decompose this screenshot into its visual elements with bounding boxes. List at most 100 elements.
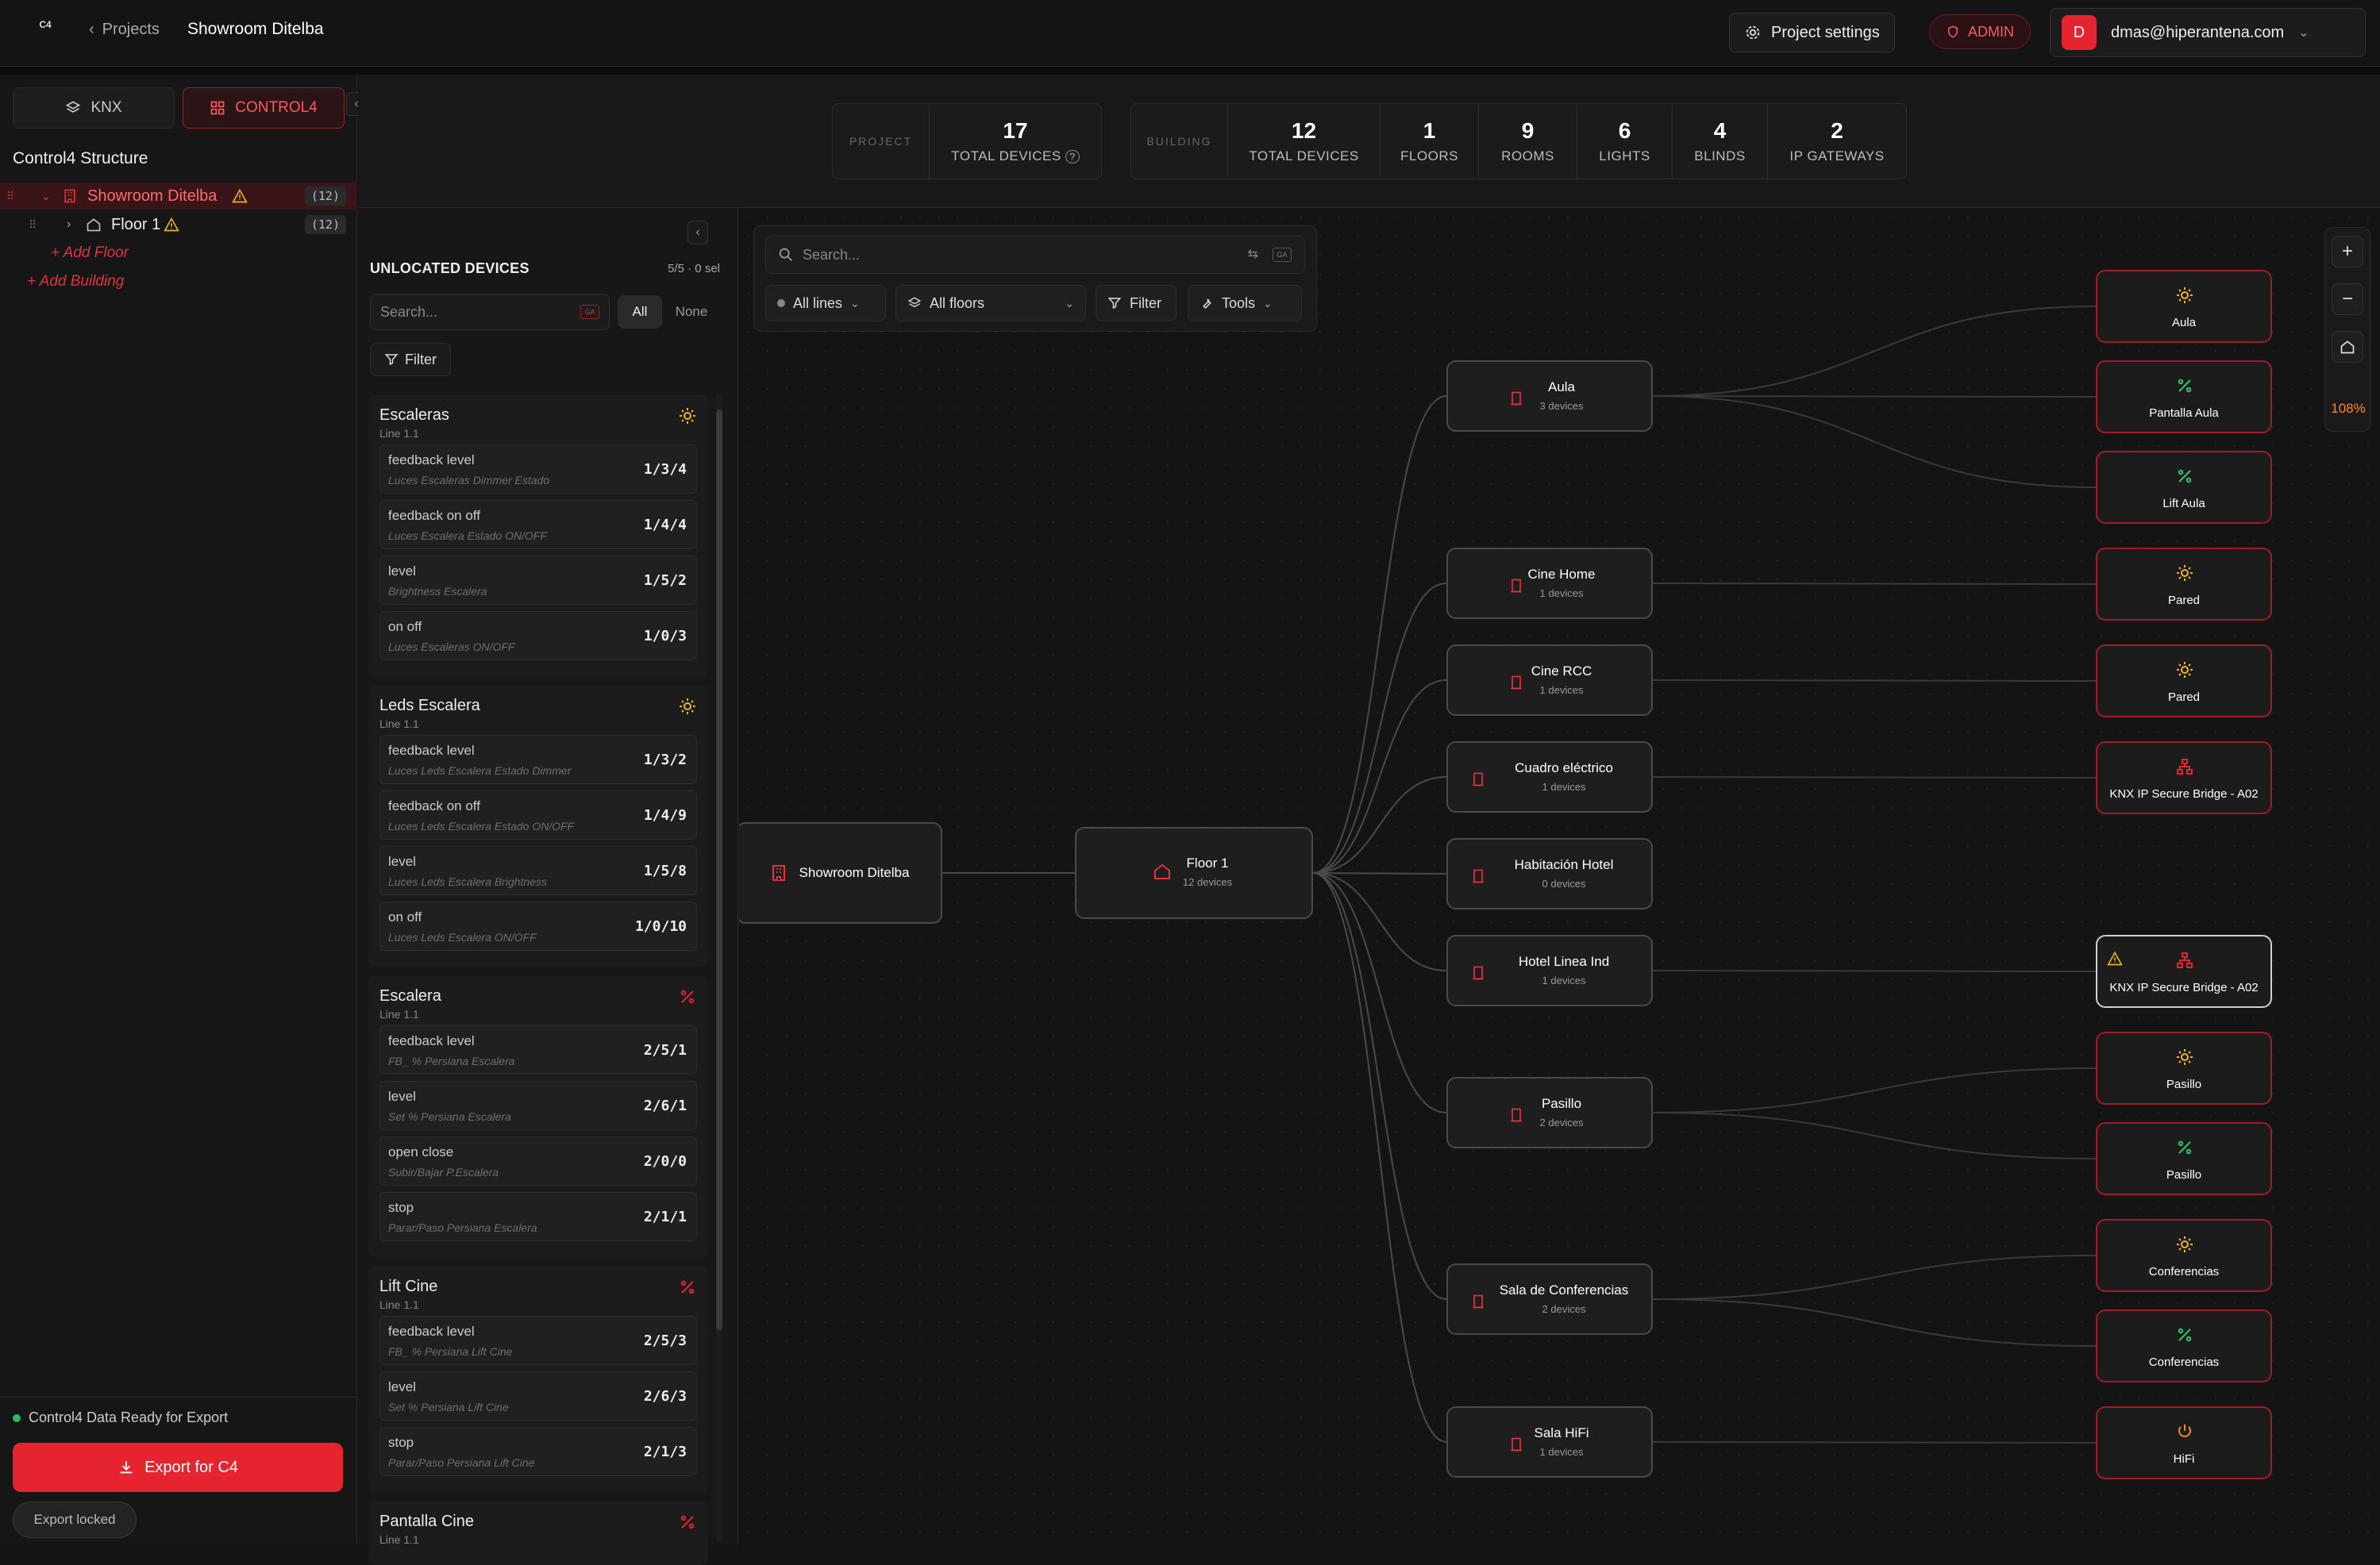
select-none-button[interactable]: None bbox=[667, 295, 716, 329]
door-icon bbox=[1511, 675, 1522, 690]
add-floor-link[interactable]: + Add Floor bbox=[51, 244, 129, 262]
room-node[interactable]: Aula 3 devices bbox=[1446, 360, 1653, 432]
device-group[interactable]: Lift Cine Line 1.1 feedback level FB_ % … bbox=[368, 1267, 708, 1492]
chevron-right-icon[interactable]: › bbox=[67, 217, 71, 232]
room-node[interactable]: Sala HiFi 1 devices bbox=[1446, 1406, 1653, 1478]
ga-icon[interactable]: GA bbox=[1273, 248, 1292, 262]
device-node[interactable]: Aula bbox=[2096, 270, 2272, 343]
device-node[interactable]: Pasillo bbox=[2096, 1122, 2272, 1195]
device-group[interactable]: Escalera Line 1.1 feedback level FB_ % P… bbox=[368, 976, 708, 1257]
tab-knx[interactable]: KNX bbox=[13, 87, 175, 129]
scrollbar-thumb[interactable] bbox=[716, 410, 722, 1330]
door-icon bbox=[1511, 391, 1522, 406]
device-search-input[interactable]: Search... GA bbox=[370, 294, 610, 330]
project-settings-button[interactable]: Project settings bbox=[1729, 13, 1895, 52]
item-address: 2/6/3 bbox=[643, 1388, 687, 1405]
select-all-button[interactable]: All bbox=[618, 295, 662, 329]
device-node[interactable]: Pared bbox=[2096, 644, 2272, 717]
search-icon bbox=[779, 248, 792, 261]
group-address-item[interactable]: stop Parar/Paso Persiana Lift Cine 2/1/3 bbox=[379, 1427, 697, 1476]
drag-handle-icon[interactable]: ⠿ bbox=[6, 190, 14, 203]
device-node[interactable]: HiFi bbox=[2096, 1406, 2272, 1479]
chevron-down-icon: ⌄ bbox=[1065, 296, 1074, 310]
group-address-item[interactable]: open close Subir/Bajar P.Escalera 2/0/0 bbox=[379, 1136, 697, 1186]
tree-item-building[interactable]: ⠿ ⌄ Showroom Ditelba (12) bbox=[0, 183, 357, 210]
device-node[interactable]: Pasillo bbox=[2096, 1032, 2272, 1105]
tree-item-floor[interactable]: ⠿ › Floor 1 (12) bbox=[0, 211, 357, 238]
breadcrumb-projects[interactable]: Projects bbox=[102, 21, 160, 38]
group-address-item[interactable]: feedback on off Luces Escalera Estado ON… bbox=[379, 500, 697, 549]
flow-canvas[interactable]: Search... ⇆ GA All lines ⌄ All floors ⌄ Fi… bbox=[739, 208, 2380, 1544]
group-address-item[interactable]: on off Luces Escaleras ON/OFF 1/0/3 bbox=[379, 611, 697, 660]
fit-view-button[interactable] bbox=[2332, 331, 2363, 363]
floors-filter-select[interactable]: All floors ⌄ bbox=[895, 285, 1086, 321]
item-description: Brightness Escalera bbox=[388, 585, 487, 598]
group-address-item[interactable]: feedback level FB_ % Persiana Escalera 2… bbox=[379, 1025, 697, 1075]
group-line: Line 1.1 bbox=[379, 717, 419, 730]
collapse-panel-button[interactable]: ‹ bbox=[687, 221, 708, 244]
room-node[interactable]: Cine Home 1 devices bbox=[1446, 548, 1653, 619]
export-c4-button[interactable]: Export for C4 bbox=[13, 1443, 343, 1492]
room-node[interactable]: Pasillo 2 devices bbox=[1446, 1077, 1653, 1148]
device-node[interactable]: Lift Aula bbox=[2096, 451, 2272, 524]
filter-label: Filter bbox=[1130, 294, 1161, 311]
canvas-filter-button[interactable]: Filter bbox=[1096, 285, 1177, 321]
role-badge: ADMIN bbox=[1929, 14, 2031, 49]
item-description: Subir/Bajar P.Escalera bbox=[388, 1166, 499, 1179]
group-address-item[interactable]: level Luces Leds Escalera Brightness 1/5… bbox=[379, 846, 697, 895]
app-logo[interactable]: C4 bbox=[35, 19, 56, 43]
group-address-item[interactable]: feedback level Luces Escaleras Dimmer Es… bbox=[379, 444, 697, 494]
canvas-search-input[interactable]: Search... ⇆ GA bbox=[765, 236, 1305, 274]
building-node[interactable]: Showroom Ditelba bbox=[739, 822, 942, 924]
filter-button[interactable]: Filter bbox=[370, 343, 451, 376]
item-description: Set % Persiana Escalera bbox=[388, 1110, 511, 1123]
device-group[interactable]: Escaleras Line 1.1 feedback level Luces … bbox=[368, 395, 708, 676]
group-address-item[interactable]: level Set % Persiana Escalera 2/6/1 bbox=[379, 1081, 697, 1130]
item-description: Set % Persiana Lift Cine bbox=[388, 1401, 509, 1413]
room-node[interactable]: Sala de Conferencias 2 devices bbox=[1446, 1263, 1653, 1335]
zoom-in-button[interactable]: + bbox=[2332, 236, 2363, 267]
group-address-item[interactable]: feedback on off Luces Leds Escalera Esta… bbox=[379, 790, 697, 840]
device-node[interactable]: Conferencias bbox=[2096, 1219, 2272, 1292]
lines-filter-select[interactable]: All lines ⌄ bbox=[765, 285, 886, 321]
zoom-out-button[interactable]: − bbox=[2332, 283, 2363, 315]
info-icon[interactable]: ? bbox=[1065, 150, 1080, 163]
download-icon bbox=[120, 1461, 133, 1474]
light-icon bbox=[2175, 1235, 2193, 1252]
group-address-item[interactable]: on off Luces Leds Escalera ON/OFF 1/0/10 bbox=[379, 902, 697, 951]
device-group[interactable]: Leds Escalera Line 1.1 feedback level Lu… bbox=[368, 686, 708, 967]
item-description: Parar/Paso Persiana Lift Cine bbox=[388, 1456, 535, 1469]
room-node[interactable]: Cine RCC 1 devices bbox=[1446, 644, 1653, 716]
scrollbar[interactable] bbox=[716, 395, 722, 1541]
floor-node[interactable]: Floor 1 12 devices bbox=[1075, 827, 1313, 919]
stat-value: 9 bbox=[1521, 118, 1535, 143]
stat-value: 4 bbox=[1713, 118, 1727, 143]
device-node[interactable]: Conferencias bbox=[2096, 1309, 2272, 1382]
stat-value: 12 bbox=[1291, 118, 1317, 143]
device-node[interactable]: KNX IP Secure Bridge - A02 bbox=[2096, 741, 2272, 814]
group-address-item[interactable]: feedback level FB_ % Persiana Lift Cine … bbox=[379, 1316, 697, 1365]
warning-icon bbox=[2107, 951, 2123, 966]
drag-handle-icon[interactable]: ⠿ bbox=[29, 218, 37, 232]
group-address-item[interactable]: level Set % Persiana Lift Cine 2/6/3 bbox=[379, 1371, 697, 1421]
device-node[interactable]: Pantalla Aula bbox=[2096, 360, 2272, 433]
tab-control4[interactable]: CONTROL4 bbox=[183, 87, 345, 129]
add-building-link[interactable]: + Add Building bbox=[27, 273, 124, 290]
group-address-item[interactable]: level Brightness Escalera 1/5/2 bbox=[379, 556, 697, 605]
connection-line bbox=[1652, 306, 2097, 397]
room-node[interactable]: Hotel Linea Ind 1 devices bbox=[1446, 935, 1653, 1006]
chevron-down-icon[interactable]: ⌄ bbox=[41, 190, 51, 203]
project-stats-label: PROJECT bbox=[833, 104, 930, 179]
group-address-item[interactable]: stop Parar/Paso Persiana Escalera 2/1/1 bbox=[379, 1192, 697, 1241]
room-node[interactable]: Cuadro eléctrico 1 devices bbox=[1446, 741, 1653, 813]
swap-icon[interactable]: ⇆ bbox=[1248, 246, 1258, 262]
tools-menu-button[interactable]: Tools ⌄ bbox=[1188, 285, 1302, 321]
group-address-item[interactable]: feedback level Luces Leds Escalera Estad… bbox=[379, 735, 697, 784]
breadcrumb[interactable]: ‹ Projects bbox=[89, 21, 160, 39]
room-node[interactable]: Habitación Hotel 0 devices bbox=[1446, 838, 1653, 909]
device-group[interactable]: Pantalla Cine Line 1.1 bbox=[368, 1502, 708, 1565]
device-node[interactable]: KNX IP Secure Bridge - A02 bbox=[2096, 935, 2272, 1008]
search-placeholder: Search... bbox=[803, 247, 861, 263]
device-node[interactable]: Pared bbox=[2096, 548, 2272, 621]
user-menu[interactable]: D dmas@hiperantena.com ⌄ bbox=[2050, 8, 2366, 57]
